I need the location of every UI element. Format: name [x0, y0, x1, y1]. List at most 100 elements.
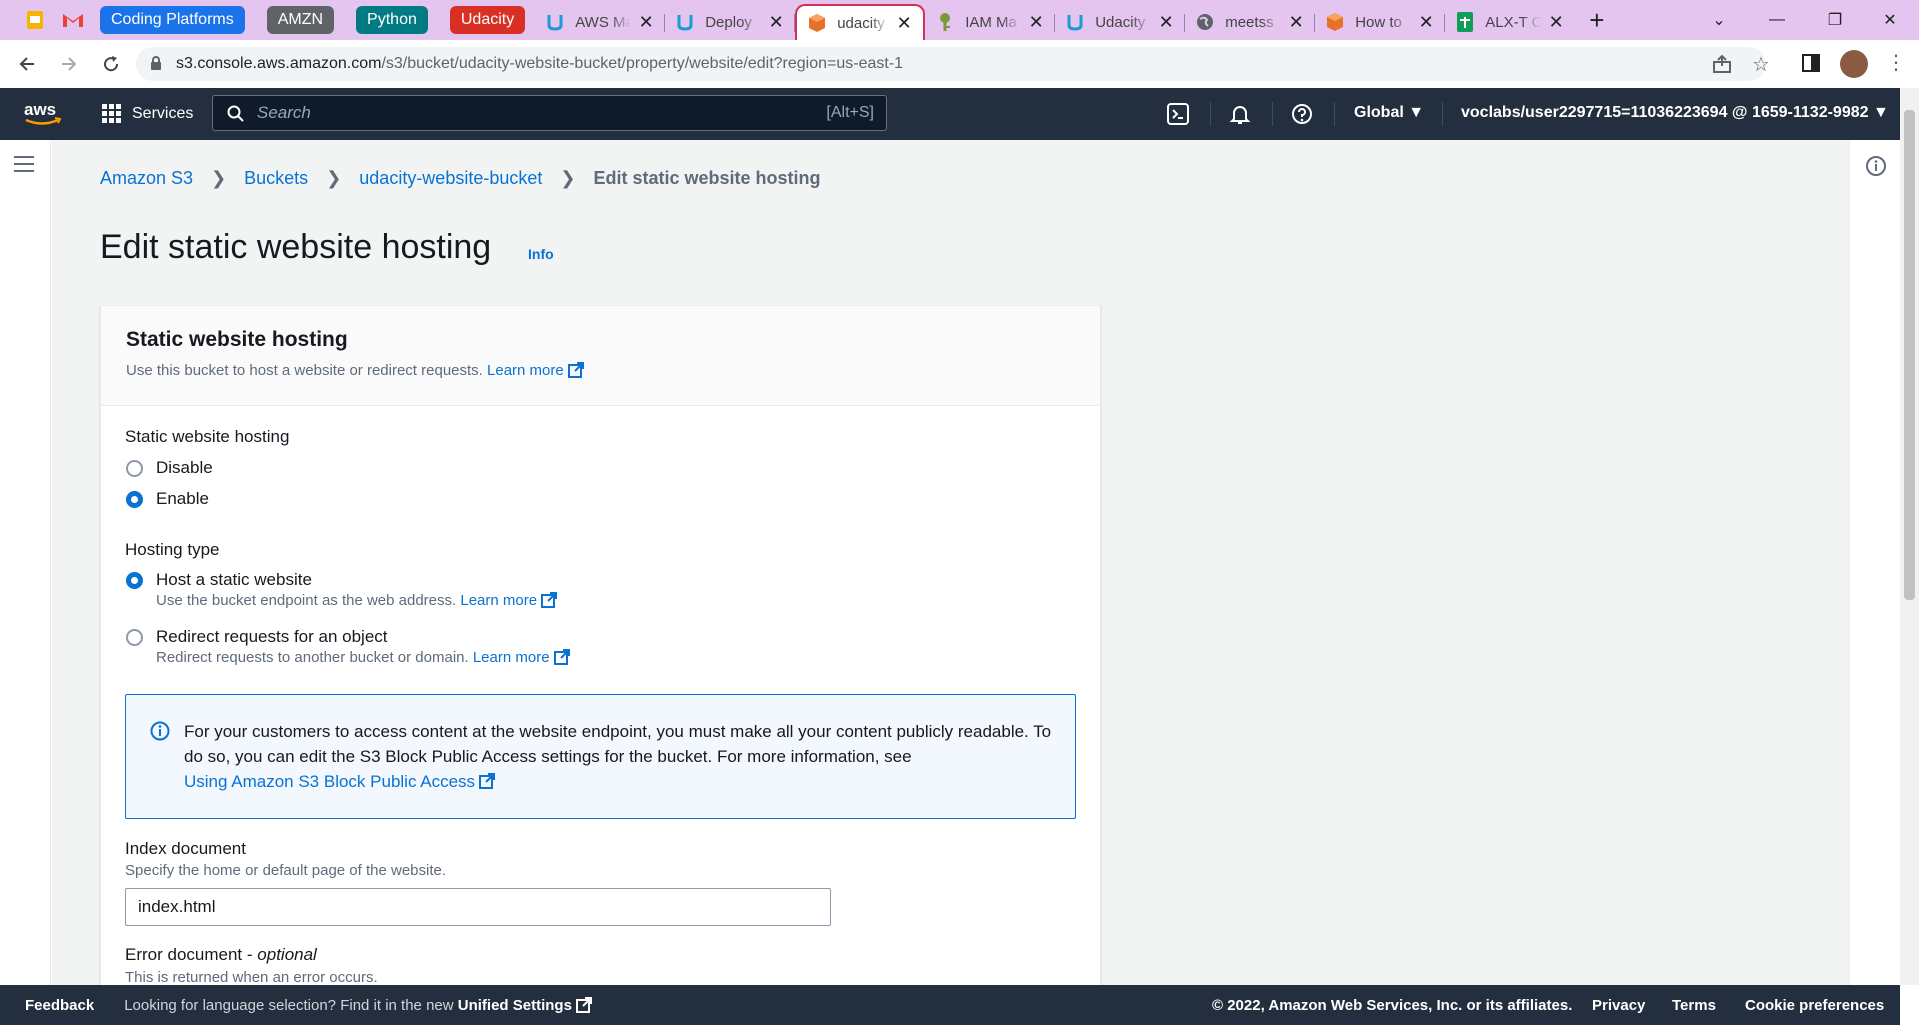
unified-settings-link[interactable]: Unified Settings	[458, 996, 592, 1014]
services-grid-icon	[102, 104, 121, 123]
browser-tab[interactable]: meetss ✕	[1185, 4, 1316, 40]
tab-group-coding-platforms[interactable]: Coding Platforms	[100, 6, 245, 34]
help-icon[interactable]	[1290, 102, 1314, 126]
info-panel-icon[interactable]	[1865, 155, 1887, 182]
info-link[interactable]: Info	[528, 246, 554, 262]
breadcrumb: Amazon S3 ❯ Buckets ❯ udacity-website-bu…	[100, 168, 821, 189]
alert-text: For your customers to access content at …	[184, 722, 1052, 766]
breadcrumb-amazon-s3[interactable]: Amazon S3	[100, 168, 193, 189]
learn-more-link[interactable]: Learn more	[487, 362, 584, 379]
radio-button[interactable]	[126, 629, 143, 646]
chevron-right-icon: ❯	[211, 168, 227, 188]
chevron-right-icon: ❯	[560, 168, 576, 188]
breadcrumb-bucket[interactable]: udacity-website-bucket	[359, 168, 542, 189]
bookmark-star-icon[interactable]: ☆	[1752, 52, 1770, 77]
radio-redirect-requests[interactable]: Redirect requests for an object Redirect…	[126, 627, 570, 666]
radio-button[interactable]	[126, 460, 143, 477]
cookie-preferences-link[interactable]: Cookie preferences	[1745, 997, 1884, 1014]
error-document-description: This is returned when an error occurs.	[125, 969, 378, 986]
aws-s3-icon	[1325, 12, 1345, 32]
external-link-icon	[575, 996, 592, 1013]
right-tools-rail	[1849, 140, 1900, 985]
browser-tab-active[interactable]: udacity ✕	[795, 4, 926, 40]
tab-group-amzn[interactable]: AMZN	[266, 6, 335, 34]
scrollbar-thumb[interactable]	[1904, 110, 1915, 600]
close-tab-icon[interactable]: ✕	[1157, 12, 1175, 33]
slides-icon[interactable]	[24, 9, 46, 31]
side-panel-icon[interactable]	[1802, 54, 1820, 77]
tab-group-python[interactable]: Python	[356, 6, 428, 34]
browser-tab[interactable]: Deploy ✕	[665, 4, 796, 40]
profile-avatar[interactable]	[1840, 50, 1868, 78]
info-circle-icon	[150, 721, 170, 748]
close-tab-icon[interactable]: ✕	[637, 12, 655, 33]
browser-tab[interactable]: How to ✕	[1315, 4, 1446, 40]
back-icon[interactable]	[12, 49, 42, 79]
minimize-icon[interactable]: —	[1748, 0, 1806, 40]
terms-link[interactable]: Terms	[1672, 997, 1716, 1014]
external-link-icon	[553, 649, 570, 665]
restore-icon[interactable]: ❐	[1806, 0, 1864, 40]
menu-kebab-icon[interactable]: ⋮	[1886, 50, 1906, 75]
region-selector[interactable]: Global ▼	[1354, 104, 1424, 122]
search-placeholder: Search	[257, 103, 311, 122]
close-tab-icon[interactable]: ✕	[767, 12, 785, 33]
udacity-icon	[1065, 12, 1085, 32]
chevron-right-icon: ❯	[326, 168, 342, 188]
browser-tabstrip: Coding Platforms AMZN Python Udacity AWS…	[0, 0, 1919, 40]
browser-tab[interactable]: IAM Ma ✕	[925, 4, 1056, 40]
close-tab-icon[interactable]: ✕	[895, 13, 913, 34]
index-document-input[interactable]	[125, 888, 831, 926]
notifications-bell-icon[interactable]	[1228, 102, 1252, 126]
radio-disable[interactable]: Disable	[126, 458, 213, 478]
learn-more-link[interactable]: Learn more	[460, 592, 558, 609]
radio-enable[interactable]: Enable	[126, 489, 209, 509]
radio-host-static-website[interactable]: Host a static website Use the bucket end…	[126, 570, 558, 609]
aws-search-input[interactable]: Search [Alt+S]	[212, 95, 887, 131]
browser-tab[interactable]: ALX-T C ✕	[1445, 4, 1575, 40]
learn-more-link[interactable]: Learn more	[473, 649, 570, 666]
url-host: s3.console.aws.amazon.com	[176, 55, 382, 72]
browser-tab[interactable]: Udacity ✕	[1055, 4, 1186, 40]
cloudshell-icon[interactable]	[1166, 102, 1190, 126]
svg-text:aws: aws	[24, 100, 56, 119]
key-icon	[935, 12, 955, 32]
address-bar[interactable]: s3.console.aws.amazon.com/s3/bucket/udac…	[136, 47, 1766, 81]
index-document-description: Specify the home or default page of the …	[125, 862, 447, 879]
external-link-icon	[567, 362, 584, 378]
udacity-icon	[545, 12, 565, 32]
tab-group-udacity[interactable]: Udacity	[449, 6, 526, 34]
hamburger-menu-icon[interactable]	[14, 156, 34, 177]
privacy-link[interactable]: Privacy	[1592, 997, 1645, 1014]
services-menu[interactable]: Services	[102, 104, 193, 124]
close-window-icon[interactable]: ✕	[1861, 0, 1919, 40]
close-tab-icon[interactable]: ✕	[1547, 12, 1565, 33]
close-tab-icon[interactable]: ✕	[1027, 12, 1045, 33]
share-icon[interactable]	[1712, 54, 1732, 79]
radio-button-selected[interactable]	[126, 491, 143, 508]
feedback-link[interactable]: Feedback	[25, 997, 94, 1014]
page-scrollbar[interactable]	[1900, 88, 1919, 985]
globe-icon	[1195, 12, 1215, 32]
new-tab-icon[interactable]: +	[1589, 5, 1604, 36]
panel-title: Static website hosting	[126, 328, 348, 351]
block-public-access-link[interactable]: Using Amazon S3 Block Public Access	[184, 772, 496, 791]
error-document-label: Error document - optional	[125, 945, 317, 964]
forward-icon[interactable]	[54, 49, 84, 79]
lock-icon[interactable]	[150, 56, 162, 76]
close-tab-icon[interactable]: ✕	[1287, 12, 1305, 33]
radio-button-selected[interactable]	[126, 572, 143, 589]
panel-header: Static website hosting Use this bucket t…	[101, 306, 1100, 406]
reload-icon[interactable]	[96, 49, 126, 79]
caret-down-icon: ▼	[1408, 104, 1425, 121]
browser-tab[interactable]: AWS Ma ✕	[535, 4, 666, 40]
hosting-type-label: Hosting type	[125, 540, 220, 559]
aws-logo[interactable]: aws	[22, 99, 64, 129]
close-tab-icon[interactable]: ✕	[1417, 12, 1435, 33]
tab-search-chevron-icon[interactable]: ⌄	[1690, 0, 1748, 40]
account-menu[interactable]: voclabs/user2297715=11036223694 @ 1659-1…	[1461, 104, 1889, 122]
gmail-icon[interactable]	[62, 9, 84, 31]
browser-toolbar: s3.console.aws.amazon.com/s3/bucket/udac…	[0, 40, 1919, 88]
breadcrumb-buckets[interactable]: Buckets	[244, 168, 308, 189]
aws-top-nav: aws Services Search [Alt+S] Global ▼ voc…	[0, 88, 1900, 140]
